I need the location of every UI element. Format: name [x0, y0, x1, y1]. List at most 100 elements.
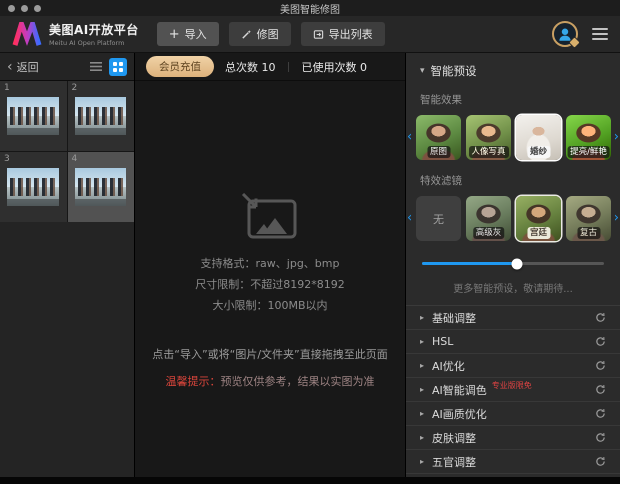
- thumbnail-number: 3: [4, 154, 10, 164]
- caret-right-icon: ▸: [420, 433, 425, 442]
- effect-label: 原图: [426, 145, 451, 158]
- thumbnail-grid: 1 2 3 4: [0, 81, 134, 222]
- thumbnail-number: 2: [71, 83, 78, 93]
- effect-original[interactable]: 原图: [416, 115, 461, 160]
- image-import-icon: [241, 193, 297, 239]
- back-button[interactable]: ‹ 返回: [7, 59, 39, 75]
- grid-view-icon[interactable]: [109, 57, 127, 76]
- filters-row: ‹ 无 高级灰 宫廷 复古 ›: [406, 196, 620, 241]
- warm-tip: 温馨提示：预览仅供参考，结果以实图为准: [166, 373, 375, 389]
- reset-icon[interactable]: [595, 384, 606, 395]
- thumbnail-number: 1: [4, 83, 10, 93]
- export-list-button[interactable]: 导出列表: [300, 22, 385, 46]
- brand-subtitle: Meitu AI Open Platform: [49, 39, 125, 47]
- thumbnail-cell-3[interactable]: 3: [0, 152, 67, 222]
- section-ai-quality[interactable]: ▸ AI画质优化: [406, 402, 620, 426]
- thumbnail-photo: [74, 168, 126, 206]
- smart-preset-header[interactable]: ▾ 智能预设: [406, 53, 620, 79]
- header: 美图AI开放平台 Meitu AI Open Platform + 导入 修图: [0, 16, 620, 53]
- export-icon: [313, 29, 323, 39]
- warm-tip-text: 预览仅供参考，结果以实图为准: [220, 375, 375, 388]
- import-button[interactable]: + 导入: [156, 22, 219, 46]
- export-list-button-label: 导出列表: [328, 28, 373, 41]
- effects-prev-icon[interactable]: ‹: [407, 130, 412, 143]
- section-ai-color[interactable]: ▸ AI智能调色 专业版限免: [406, 378, 620, 402]
- effect-brighten-vivid[interactable]: 提亮/鲜艳: [566, 115, 611, 160]
- section-hsl[interactable]: ▸ HSL: [406, 330, 620, 354]
- filter-none[interactable]: 无: [416, 196, 461, 241]
- back-chevron-icon: ‹: [7, 58, 13, 75]
- caret-right-icon: ▸: [420, 313, 425, 322]
- filter-vintage[interactable]: 复古: [566, 196, 611, 241]
- section-basic-adjust[interactable]: ▸ 基础调整: [406, 306, 620, 330]
- effect-label: 提亮/鲜艳: [567, 145, 610, 158]
- thumbnail-cell-1[interactable]: 1: [0, 81, 67, 151]
- dimension-line: 尺寸限制：不超过8192*8192: [195, 278, 345, 291]
- effect-portrait[interactable]: 人像写真: [466, 115, 511, 160]
- thumbnail-panel: ‹ 返回 1 2 3 4: [0, 53, 135, 477]
- usage-separator: ｜: [283, 63, 294, 74]
- menu-icon[interactable]: [592, 28, 608, 40]
- more-presets-hint: 更多智能预设，敬请期待...: [453, 284, 573, 295]
- section-label: 五官调整: [432, 455, 477, 469]
- reset-icon[interactable]: [595, 432, 606, 443]
- reset-icon[interactable]: [595, 360, 606, 371]
- user-avatar[interactable]: [552, 21, 581, 49]
- thumbnail-photo: [7, 168, 59, 206]
- format-line: 支持格式：raw、jpg、bmp: [200, 257, 340, 270]
- section-skin-adjust[interactable]: ▸ 皮肤调整: [406, 426, 620, 450]
- effects-label: 智能效果: [420, 94, 462, 106]
- import-drop-zone[interactable]: 支持格式：raw、jpg、bmp 尺寸限制：不超过8192*8192 大小限制：…: [135, 81, 405, 477]
- back-button-label: 返回: [16, 60, 39, 74]
- adjustment-sections: ▸ 基础调整 ▸ HSL ▸ AI优化 ▸ AI智能调色 专业版限免 ▸ AI画…: [406, 305, 620, 474]
- thumbnail-photo: [7, 97, 59, 135]
- import-button-label: 导入: [184, 28, 207, 41]
- filter-palace[interactable]: 宫廷: [516, 196, 561, 241]
- window-bottom-edge: [0, 477, 620, 484]
- section-label: AI画质优化: [432, 407, 487, 421]
- usage-total: 总次数 10: [225, 60, 276, 74]
- section-label: 基础调整: [432, 311, 477, 325]
- filter-advanced-gray[interactable]: 高级灰: [466, 196, 511, 241]
- brand: 美图AI开放平台 Meitu AI Open Platform: [12, 21, 139, 47]
- effects-next-icon[interactable]: ›: [614, 130, 619, 143]
- reset-icon[interactable]: [595, 456, 606, 467]
- caret-right-icon: ▸: [420, 409, 425, 418]
- caret-right-icon: ▸: [420, 337, 425, 346]
- thumbnail-number: 4: [71, 154, 78, 164]
- retouch-button[interactable]: 修图: [228, 22, 291, 46]
- thumbnail-cell-4[interactable]: 4: [67, 152, 134, 222]
- list-view-icon[interactable]: [87, 58, 104, 75]
- caret-right-icon: ▸: [420, 457, 425, 466]
- reset-icon[interactable]: [595, 336, 606, 347]
- filter-label: 宫廷: [526, 226, 551, 239]
- section-ai-optimize[interactable]: ▸ AI优化: [406, 354, 620, 378]
- reset-icon[interactable]: [595, 408, 606, 419]
- window-title: 美图智能修图: [280, 4, 340, 16]
- section-facial-adjust[interactable]: ▸ 五官调整: [406, 450, 620, 474]
- caret-right-icon: ▸: [420, 361, 425, 370]
- wand-icon: [241, 29, 251, 39]
- thumbnail-cell-2[interactable]: 2: [67, 81, 134, 151]
- effect-wedding[interactable]: 婚纱: [516, 115, 561, 160]
- caret-right-icon: ▸: [420, 385, 425, 394]
- effects-row: ‹ 原图 人像写真 婚纱 提亮/鲜艳 ›: [406, 115, 620, 160]
- filesize-line: 大小限制：100MB以内: [212, 299, 328, 312]
- filters-prev-icon[interactable]: ‹: [407, 211, 412, 224]
- smart-preset-title: 智能预设: [430, 64, 477, 78]
- effect-label: 人像写真: [468, 145, 509, 158]
- filters-next-icon[interactable]: ›: [614, 211, 619, 224]
- reset-icon[interactable]: [595, 312, 606, 323]
- brand-title: 美图AI开放平台: [49, 23, 139, 37]
- section-label: AI智能调色: [432, 383, 487, 397]
- filter-slider-handle[interactable]: [511, 258, 523, 269]
- usage-used: 已使用次数 0: [301, 60, 368, 74]
- filter-label: 无: [433, 212, 444, 226]
- pro-free-badge: 专业版限免: [491, 381, 532, 390]
- retouch-button-label: 修图: [256, 28, 279, 41]
- section-label: AI优化: [432, 359, 465, 373]
- plus-icon: +: [168, 26, 180, 42]
- filter-intensity-slider[interactable]: [422, 258, 604, 269]
- center-toolbar: 会员充值 总次数 10 ｜ 已使用次数 0: [135, 53, 405, 81]
- member-recharge-button[interactable]: 会员充值: [146, 56, 214, 77]
